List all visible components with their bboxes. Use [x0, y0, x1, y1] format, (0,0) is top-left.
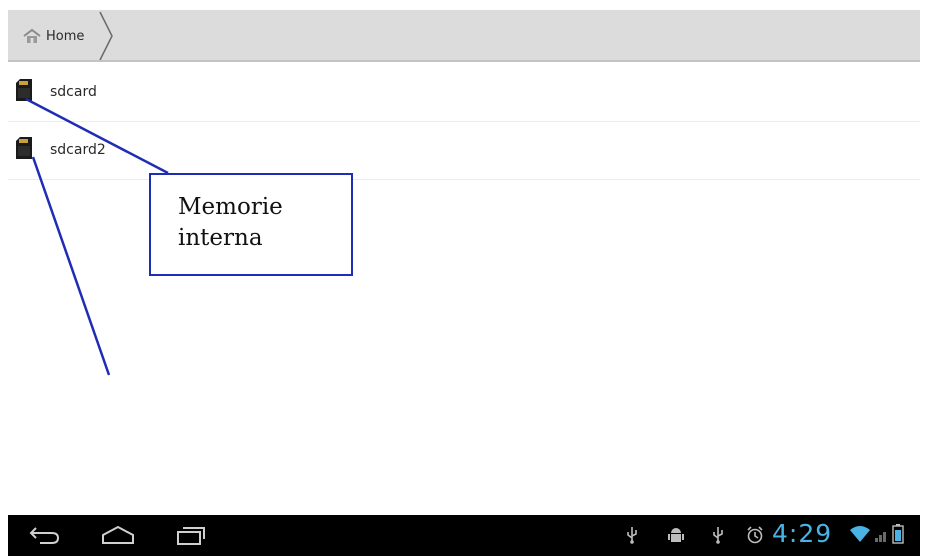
alarm-icon	[746, 526, 764, 548]
home-icon	[22, 28, 42, 44]
list-item-sdcard2[interactable]: sdcard2	[8, 122, 920, 180]
annotation-pointer-line	[31, 156, 111, 376]
storage-list: sdcard sdcard2	[8, 64, 920, 180]
list-item-label: sdcard2	[50, 142, 106, 158]
annotation-line-2: interna	[178, 225, 263, 251]
wifi-icon	[850, 525, 870, 547]
list-item-label: sdcard	[50, 84, 97, 100]
system-nav-bar: 4:29	[8, 515, 920, 556]
breadcrumb-home-label: Home	[46, 28, 85, 44]
file-browser-screen: Home sdcard sdcard2 Memorie interna 4:29	[8, 10, 920, 556]
status-clock: 4:29	[772, 519, 833, 548]
usb-icon	[626, 526, 638, 548]
signal-icon	[874, 525, 890, 547]
sd-card-icon	[16, 137, 32, 163]
breadcrumb-home[interactable]: Home	[22, 24, 84, 48]
home-outline-icon[interactable]	[100, 524, 136, 550]
breadcrumb: Home	[8, 10, 920, 62]
recent-apps-icon[interactable]	[174, 524, 206, 550]
back-icon[interactable]	[28, 524, 62, 550]
chevron-right-icon	[96, 10, 116, 66]
android-debug-icon	[668, 526, 684, 548]
list-item-sdcard[interactable]: sdcard	[8, 64, 920, 122]
annotation-callout: Memorie interna	[149, 173, 353, 276]
usb-icon	[712, 526, 724, 548]
annotation-line-1: Memorie	[178, 194, 283, 220]
battery-icon	[892, 524, 904, 548]
sd-card-icon	[16, 79, 32, 105]
